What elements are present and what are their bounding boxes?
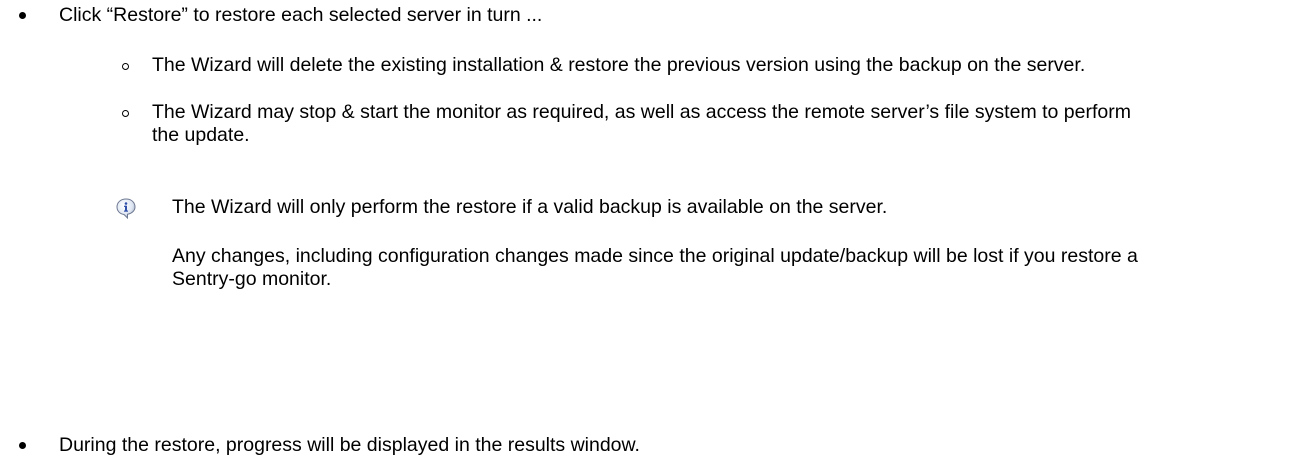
note-changes-lost: Any changes, including configuration cha…: [172, 245, 1138, 290]
bullet-marker: [19, 12, 26, 19]
note-valid-backup: The Wizard will only perform the restore…: [172, 196, 888, 218]
info-icon: [115, 197, 137, 220]
bullet-text-progress: During the restore, progress will be dis…: [59, 434, 640, 456]
sub-bullet-marker: [122, 63, 129, 70]
sub-bullet-marker: [122, 110, 129, 117]
bullet-marker: [19, 442, 26, 449]
bullet-text-restore: Click “Restore” to restore each selected…: [59, 4, 543, 26]
sub-item-stop-start: The Wizard may stop & start the monitor …: [152, 101, 1131, 146]
sub-item-delete-restore: The Wizard will delete the existing inst…: [152, 54, 1086, 76]
